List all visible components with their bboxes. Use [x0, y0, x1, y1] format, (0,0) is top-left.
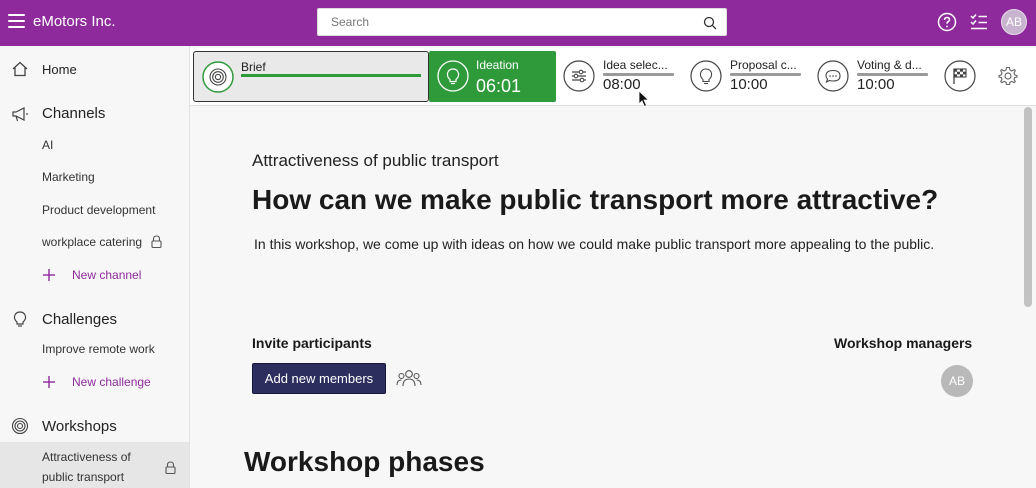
- phase-name: Proposal c...: [730, 58, 797, 72]
- workshop-title: How can we make public transport more at…: [252, 184, 939, 215]
- chat-bubble-icon: [817, 60, 849, 92]
- sidebar-heading-channels[interactable]: Channels: [0, 100, 189, 126]
- megaphone-icon: [12, 107, 28, 122]
- sliders-icon: [563, 60, 595, 92]
- lightbulb-icon: [690, 60, 722, 92]
- add-new-members-button[interactable]: Add new members: [252, 363, 386, 394]
- hamburger-menu-icon[interactable]: [8, 14, 25, 28]
- phase-name: Brief: [241, 60, 266, 74]
- sidebar-item-home[interactable]: Home: [0, 56, 189, 82]
- search-icon[interactable]: [703, 16, 717, 30]
- phase-ideation[interactable]: Ideation 06:01: [429, 51, 556, 102]
- search-box[interactable]: [317, 8, 727, 36]
- help-icon[interactable]: [936, 11, 958, 33]
- tasks-checklist-icon[interactable]: [968, 11, 990, 33]
- user-avatar[interactable]: AB: [1001, 9, 1027, 35]
- lightbulb-icon: [437, 60, 469, 92]
- new-challenge-label: New challenge: [72, 375, 151, 389]
- phase-time: 10:00: [857, 76, 895, 93]
- new-channel-label: New channel: [72, 268, 142, 282]
- search-input[interactable]: [318, 9, 688, 35]
- gear-icon[interactable]: [998, 66, 1018, 86]
- workshop-subtitle: Attractiveness of public transport: [252, 151, 499, 170]
- sidebar-item-channel-marketing[interactable]: Marketing: [0, 166, 189, 188]
- phase-name: Idea selec...: [603, 58, 668, 72]
- phase-name: Ideation: [476, 58, 519, 72]
- phase-idea-selection[interactable]: Idea selec... 08:00: [563, 51, 681, 102]
- target-icon: [202, 61, 234, 93]
- sidebar-heading-label: Channels: [42, 105, 106, 122]
- phase-bar: Brief Ideation 06:01 Idea selec... 08:00: [190, 48, 1036, 106]
- phase-timer: 06:01: [476, 76, 522, 96]
- sidebar-item-label: Home: [42, 62, 77, 77]
- home-icon: [12, 61, 28, 77]
- phase-time: 08:00: [603, 76, 641, 93]
- main-scrollbar[interactable]: [1024, 107, 1032, 307]
- sidebar-item-challenge-improve-remote-work[interactable]: Improve remote work: [0, 338, 189, 360]
- manager-avatar[interactable]: AB: [941, 365, 973, 397]
- sidebar-heading-label: Workshops: [42, 418, 117, 435]
- phase-brief[interactable]: Brief: [193, 51, 429, 102]
- phase-proposal[interactable]: Proposal c... 10:00: [690, 51, 808, 102]
- lock-icon: [165, 461, 176, 474]
- phase-progress-bar: [241, 74, 421, 77]
- plus-icon: [43, 376, 55, 388]
- sidebar-item-label-line1: Attractiveness of: [42, 450, 131, 464]
- main-content: Attractiveness of public transport How c…: [191, 107, 1022, 488]
- top-bar: eMotors Inc. AB: [0, 0, 1036, 46]
- sidebar-item-label: Product development: [42, 203, 156, 217]
- sidebar-item-workshop-attractiveness[interactable]: Attractiveness of public transport: [0, 442, 189, 488]
- participants-group-icon[interactable]: [396, 368, 422, 390]
- sidebar-item-label-line2: public transport: [42, 470, 125, 484]
- sidebar-item-label: Marketing: [42, 170, 95, 184]
- sidebar-item-label: AI: [42, 138, 54, 152]
- sidebar-item-channel-workplace-catering[interactable]: workplace catering: [0, 231, 189, 253]
- plus-icon: [43, 269, 55, 281]
- sidebar-item-channel-ai[interactable]: AI: [0, 134, 189, 156]
- sidebar-item-channel-product-development[interactable]: Product development: [0, 199, 189, 221]
- sidebar-item-label: Improve remote work: [42, 342, 155, 356]
- sidebar-item-label: workplace catering: [42, 235, 143, 249]
- finish-flag-icon[interactable]: [944, 60, 976, 92]
- target-icon: [11, 417, 29, 435]
- lock-icon: [151, 235, 162, 248]
- mouse-cursor-icon: [638, 90, 650, 108]
- workshop-phases-heading: Workshop phases: [244, 446, 485, 477]
- phase-time: 10:00: [730, 76, 768, 93]
- new-challenge-button[interactable]: New challenge: [0, 370, 189, 394]
- phase-voting[interactable]: Voting & d... 10:00: [817, 51, 935, 102]
- sidebar-heading-workshops[interactable]: Workshops: [0, 413, 189, 439]
- sidebar: Home Channels AI Marketing Product devel…: [0, 46, 190, 488]
- app-title[interactable]: eMotors Inc.: [33, 13, 116, 30]
- phase-name: Voting & d...: [857, 58, 922, 72]
- workshop-managers-heading: Workshop managers: [834, 335, 973, 351]
- invite-participants-heading: Invite participants: [252, 335, 372, 351]
- workshop-description: In this workshop, we come up with ideas …: [254, 236, 935, 252]
- new-channel-button[interactable]: New channel: [0, 263, 189, 287]
- sidebar-heading-label: Challenges: [42, 311, 118, 328]
- sidebar-heading-challenges[interactable]: Challenges: [0, 306, 189, 332]
- lightbulb-icon: [13, 311, 27, 327]
